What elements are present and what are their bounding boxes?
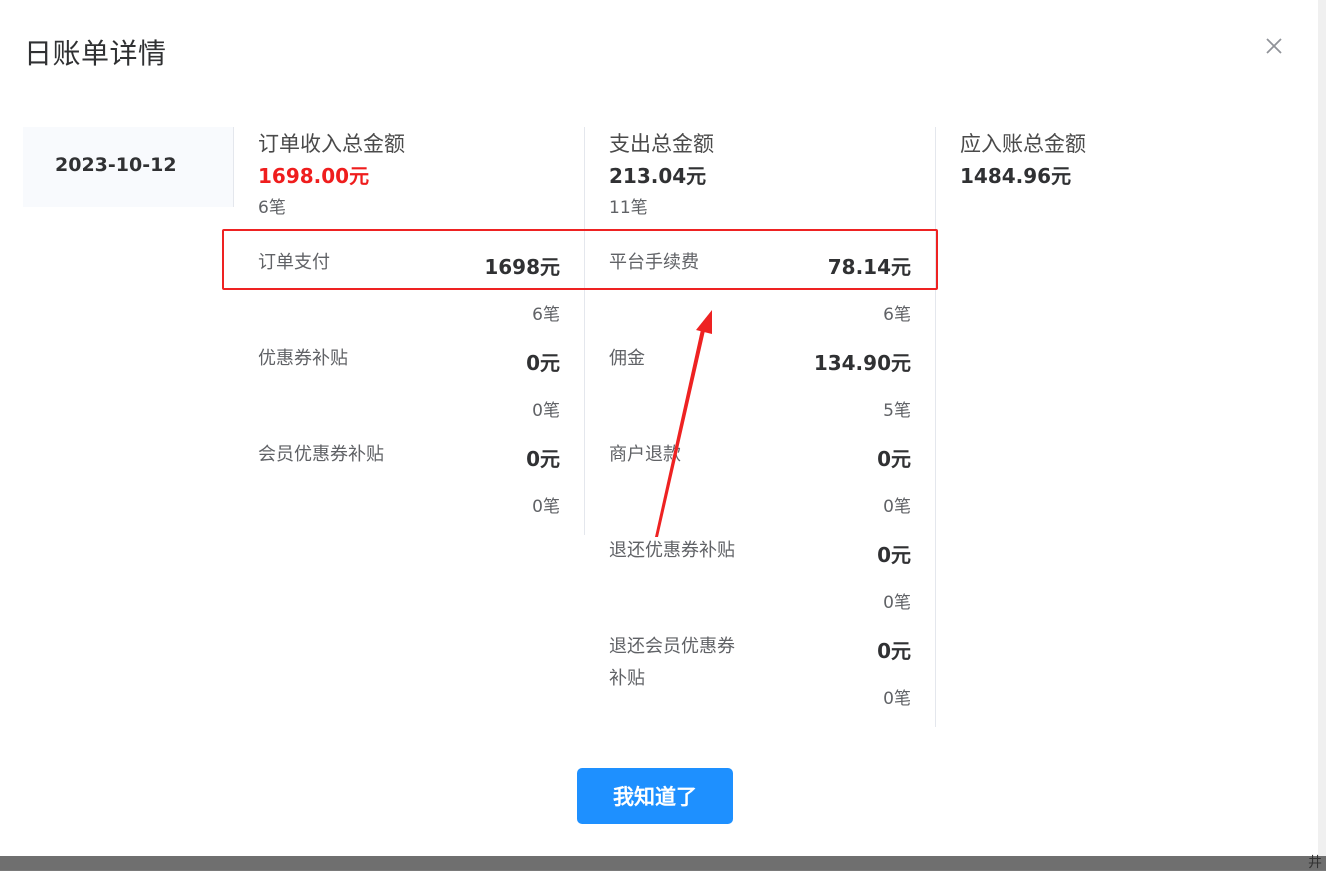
income-count: 6笔 — [258, 198, 286, 218]
confirm-button[interactable]: 我知道了 — [577, 768, 733, 824]
expense-item-label: 商户退款 — [609, 444, 681, 465]
expense-amount: 213.04元 — [609, 164, 707, 188]
divider — [233, 127, 234, 207]
income-item-count: 0笔 — [532, 497, 560, 517]
expense-item-label: 退还优惠券补贴 — [609, 540, 735, 561]
divider — [584, 127, 585, 535]
income-item-label: 会员优惠券补贴 — [258, 444, 384, 465]
income-item-value: 0元 — [526, 447, 560, 471]
receivable-amount: 1484.96元 — [960, 164, 1072, 188]
expense-item-count: 0笔 — [883, 689, 911, 709]
expense-item-value: 0元 — [877, 447, 911, 471]
expense-item-count: 0笔 — [883, 497, 911, 517]
divider — [935, 127, 936, 727]
income-item-value: 0元 — [526, 351, 560, 375]
close-button[interactable] — [1260, 32, 1288, 60]
expense-count: 11笔 — [609, 198, 648, 218]
expense-item-value: 0元 — [877, 639, 911, 663]
income-amount: 1698.00元 — [258, 164, 370, 188]
expense-item-value: 134.90元 — [813, 351, 911, 375]
income-title: 订单收入总金额 — [258, 132, 405, 156]
income-item-label: 优惠券补贴 — [258, 348, 348, 369]
expense-item-label-continued: 补贴 — [609, 668, 645, 689]
expense-title: 支出总金额 — [609, 132, 714, 156]
close-icon — [1266, 38, 1282, 54]
highlight-box — [222, 229, 938, 290]
expense-item-count: 5笔 — [883, 401, 911, 421]
receivable-title: 应入账总金额 — [960, 132, 1086, 156]
expense-item-label: 佣金 — [609, 348, 645, 369]
daily-bill-dialog: 日账单详情 2023-10-12 订单收入总金额 1698.00元 6笔 订单支… — [0, 0, 1318, 856]
backdrop-edge — [1318, 0, 1326, 870]
background-text: 井 — [1308, 855, 1322, 871]
expense-item-count: 0笔 — [883, 593, 911, 613]
backdrop-bottom: 井 — [0, 856, 1326, 870]
bill-date: 2023-10-12 — [55, 154, 177, 176]
income-item-count: 0笔 — [532, 401, 560, 421]
expense-item-label: 退还会员优惠券 — [609, 636, 735, 657]
income-item-count: 6笔 — [532, 305, 560, 325]
dialog-title: 日账单详情 — [24, 37, 167, 70]
expense-item-value: 0元 — [877, 543, 911, 567]
expense-item-count: 6笔 — [883, 305, 911, 325]
